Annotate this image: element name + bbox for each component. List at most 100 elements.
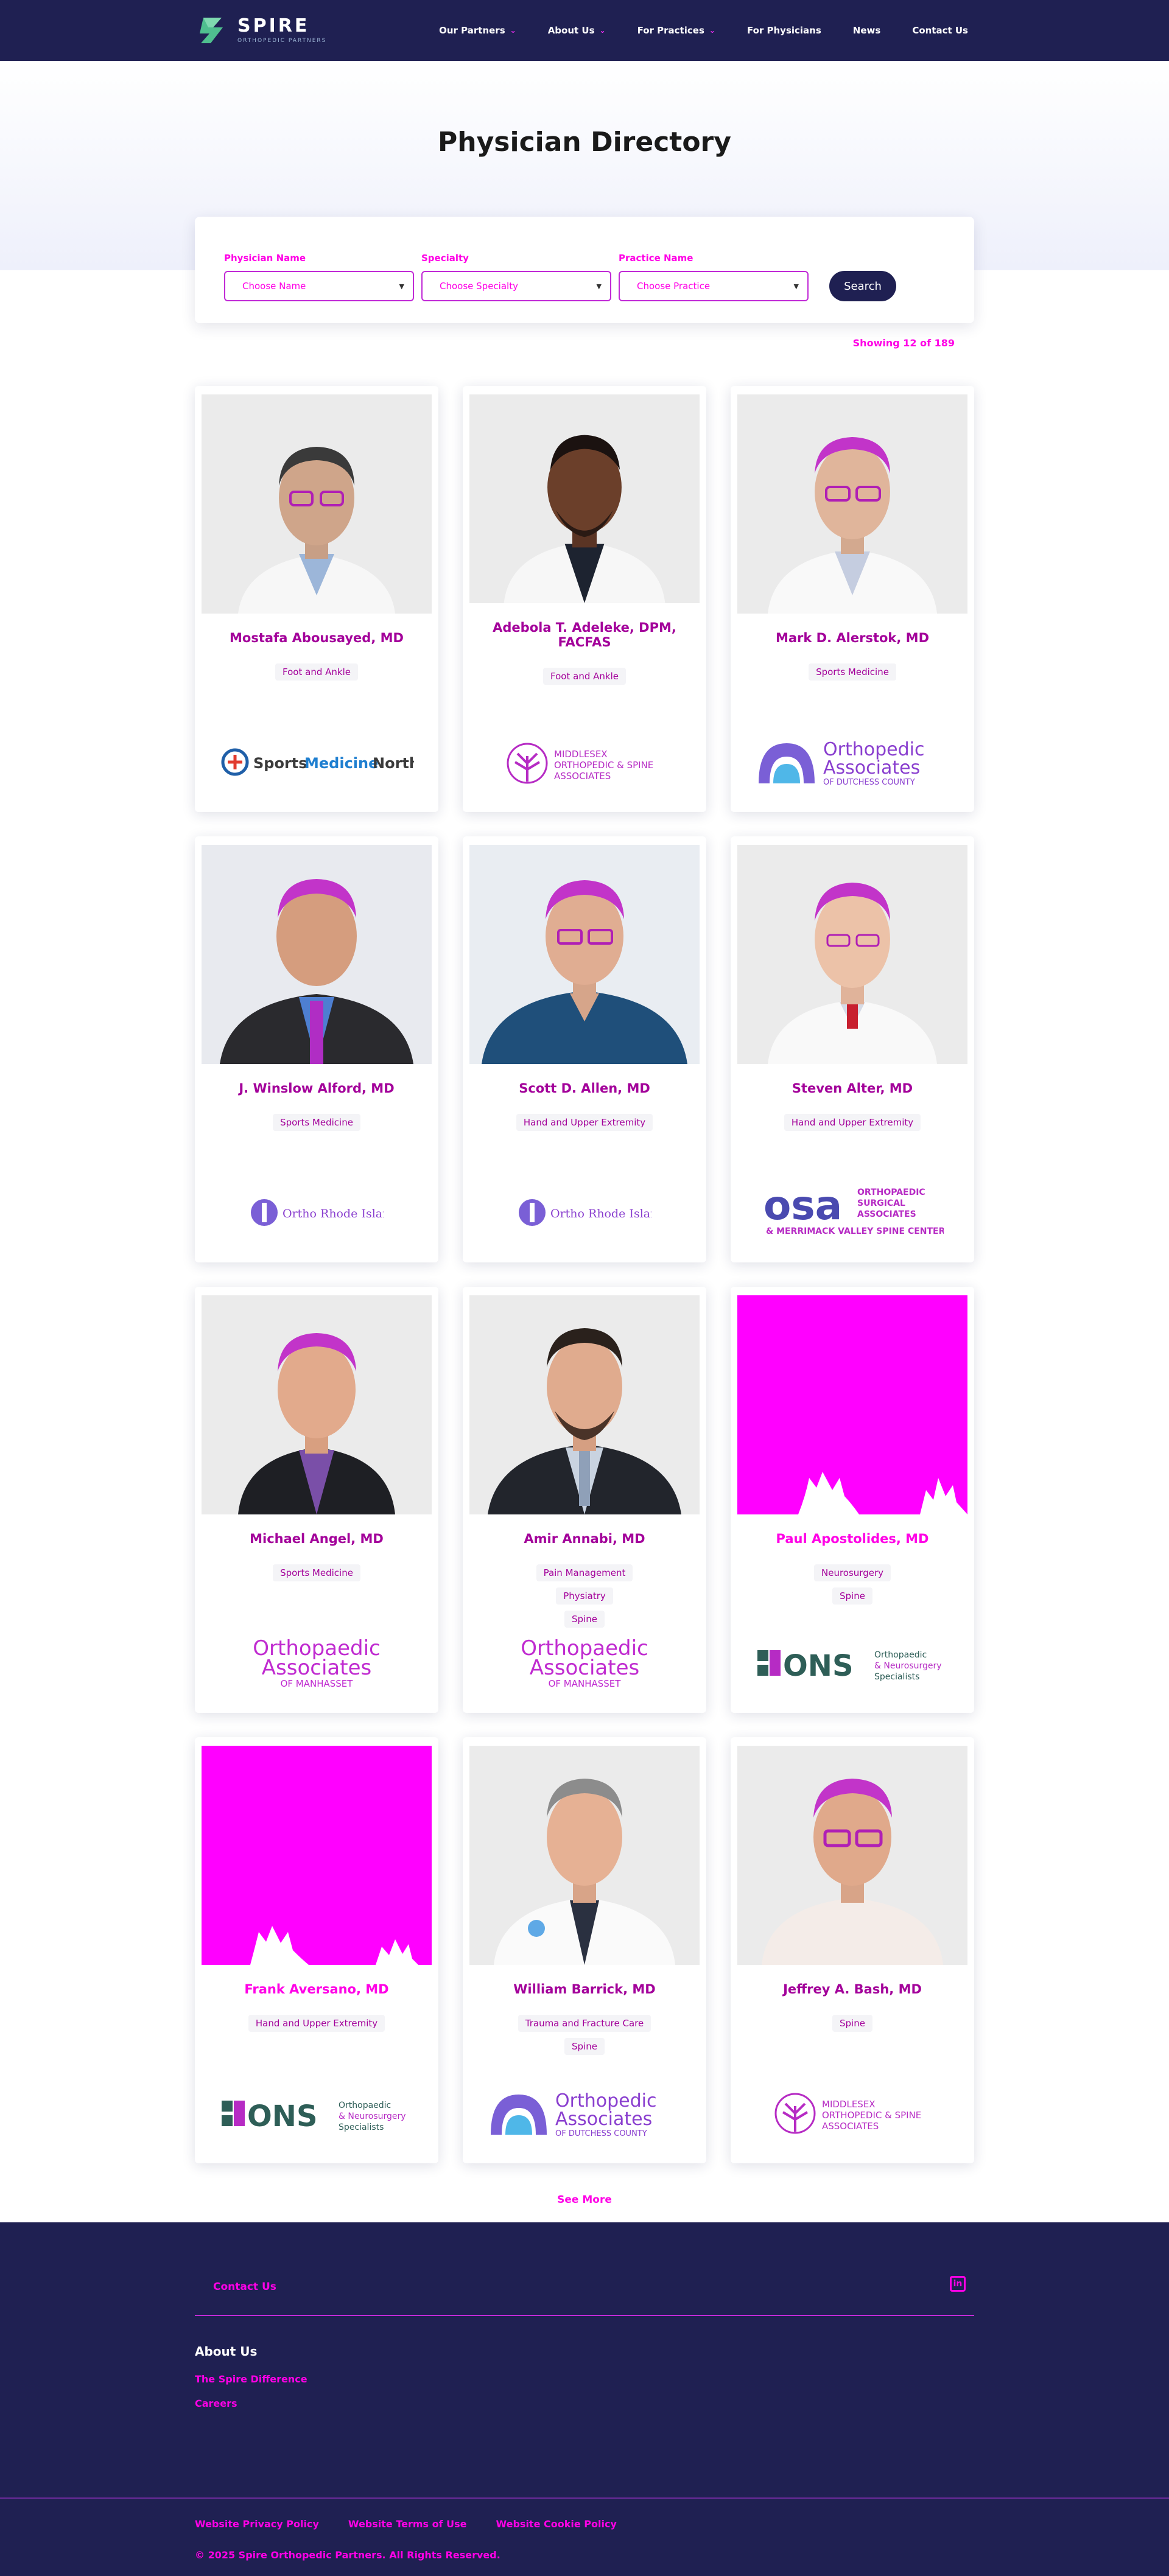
svg-text:OF DUTCHESS COUNTY: OF DUTCHESS COUNTY — [555, 2129, 647, 2138]
physician-name-select[interactable]: Choose Name ▼ — [224, 271, 414, 301]
page-title: Physician Directory — [438, 127, 731, 158]
footer-contact-link[interactable]: Contact Us — [213, 2281, 276, 2293]
svg-text:Medicine: Medicine — [304, 755, 378, 772]
specialty-list: Hand and Upper Extremity — [516, 1114, 653, 1181]
practice-name-label: Practice Name — [619, 253, 693, 264]
svg-text:ONS: ONS — [247, 2099, 318, 2133]
spire-logo[interactable]: SPIRE ORTHOPEDIC PARTNERS — [195, 13, 326, 48]
specialty-tag: Pain Management — [536, 1564, 633, 1581]
nav-item-news[interactable]: News — [853, 25, 881, 36]
practice-logo-osa: osa ORTHOPAEDIC SURGICAL ASSOCIATES & MERRIM… — [739, 1182, 966, 1243]
physician-card[interactable]: Adebola T. Adeleke, DPM, FACFAS Foot and… — [463, 386, 706, 812]
chevron-down-icon: ⌄ — [709, 26, 715, 35]
caret-down-icon: ▼ — [793, 282, 799, 290]
specialty-tag: Trauma and Fracture Care — [518, 2015, 651, 2032]
specialty-tag: Spine — [564, 1611, 605, 1628]
results-count: Showing 12 of 189 — [852, 337, 955, 349]
physician-card[interactable]: Amir Annabi, MD Pain Management Physiatr… — [463, 1287, 706, 1713]
specialty-tag: Hand and Upper Extremity — [784, 1114, 921, 1131]
nav-item-contact-us[interactable]: Contact Us — [912, 25, 968, 36]
nav-item-our-partners[interactable]: Our Partners ⌄ — [439, 25, 516, 36]
footer-link-careers[interactable]: Careers — [195, 2398, 237, 2409]
terms-of-use-link[interactable]: Website Terms of Use — [348, 2518, 467, 2530]
specialty-tag: Hand and Upper Extremity — [248, 2015, 385, 2032]
svg-text:ORTHOPAEDIC: ORTHOPAEDIC — [857, 1188, 925, 1197]
physician-card[interactable]: Michael Angel, MD Sports Medicine Orthop… — [195, 1287, 438, 1713]
svg-text:SURGICAL: SURGICAL — [857, 1199, 905, 1208]
nav-item-about-us[interactable]: About Us ⌄ — [548, 25, 606, 36]
svg-text:MIDDLESEX: MIDDLESEX — [822, 2099, 876, 2110]
physician-name[interactable]: Amir Annabi, MD — [524, 1531, 645, 1546]
caret-down-icon: ▼ — [596, 282, 602, 290]
physician-photo — [737, 845, 967, 1064]
svg-text:ORTHOPEDIC & SPINE: ORTHOPEDIC & SPINE — [554, 760, 653, 771]
physician-photo — [737, 1295, 967, 1514]
physician-card[interactable]: Mostafa Abousayed, MD Foot and Ankle Spo… — [195, 386, 438, 812]
physician-card[interactable]: Jeffrey A. Bash, MD Spine MIDDLESEX ORTHO… — [731, 1737, 974, 2163]
physician-card[interactable]: Paul Apostolides, MD Neurosurgery Spine … — [731, 1287, 974, 1713]
specialty-tag: Foot and Ankle — [543, 667, 626, 685]
physician-name[interactable]: Frank Aversano, MD — [244, 1982, 388, 1997]
physician-card[interactable]: Mark D. Alerstok, MD Sports Medicine Ort… — [731, 386, 974, 812]
physician-name[interactable]: Mark D. Alerstok, MD — [776, 631, 929, 645]
nav-menu: Our Partners ⌄ About Us ⌄ For Practices ⌄ F… — [439, 25, 968, 36]
practice-select[interactable]: Choose Practice ▼ — [619, 271, 809, 301]
specialty-select[interactable]: Choose Specialty ▼ — [421, 271, 611, 301]
practice-logo-ortho-rhode-island: Ortho Rhode Island — [471, 1182, 698, 1243]
physician-name[interactable]: Michael Angel, MD — [250, 1531, 384, 1546]
physician-card[interactable]: J. Winslow Alford, MD Sports Medicine Or… — [195, 836, 438, 1262]
physician-name[interactable]: Mostafa Abousayed, MD — [230, 631, 404, 645]
physician-photo — [737, 394, 967, 614]
physician-card[interactable]: Scott D. Allen, MD Hand and Upper Extrem… — [463, 836, 706, 1262]
svg-text:OF DUTCHESS COUNTY: OF DUTCHESS COUNTY — [823, 778, 915, 787]
svg-text:North: North — [373, 755, 414, 772]
logo-name: SPIRE — [237, 15, 310, 37]
physician-photo — [737, 1746, 967, 1965]
nav-item-for-practices[interactable]: For Practices ⌄ — [637, 25, 715, 36]
specialty-list: Sports Medicine — [273, 1564, 360, 1631]
chevron-down-icon: ⌄ — [599, 26, 606, 35]
physician-name[interactable]: Scott D. Allen, MD — [519, 1081, 650, 1096]
svg-text:Associates: Associates — [262, 1656, 371, 1680]
specialty-tag: Sports Medicine — [273, 1114, 360, 1131]
footer-about-heading: About Us — [195, 2344, 258, 2359]
privacy-policy-link[interactable]: Website Privacy Policy — [195, 2518, 319, 2530]
physician-card[interactable]: William Barrick, MD Trauma and Fracture … — [463, 1737, 706, 2163]
specialty-list: Sports Medicine — [809, 663, 896, 730]
footer-legal-links: Website Privacy Policy Website Terms of … — [195, 2518, 617, 2530]
specialty-list: Foot and Ankle — [543, 667, 626, 735]
svg-text:Associates: Associates — [823, 757, 920, 779]
physician-card[interactable]: Frank Aversano, MD Hand and Upper Extrem… — [195, 1737, 438, 2163]
physician-name[interactable]: William Barrick, MD — [513, 1982, 655, 1997]
see-more-button[interactable]: See More — [0, 2194, 1169, 2206]
nav-item-for-physicians[interactable]: For Physicians — [747, 25, 821, 36]
practice-logo-ortho-rhode-island: Ortho Rhode Island — [203, 1182, 430, 1243]
physician-name[interactable]: J. Winslow Alford, MD — [239, 1081, 394, 1096]
svg-text:Sports: Sports — [253, 755, 307, 772]
svg-text:Specialists: Specialists — [874, 1672, 919, 1682]
physician-name[interactable]: Steven Alter, MD — [792, 1081, 913, 1096]
physician-card[interactable]: Steven Alter, MD Hand and Upper Extremit… — [731, 836, 974, 1262]
svg-text:Orthopaedic: Orthopaedic — [339, 2101, 391, 2110]
svg-text:Associates: Associates — [530, 1656, 639, 1680]
cookie-policy-link[interactable]: Website Cookie Policy — [496, 2518, 617, 2530]
physician-name[interactable]: Jeffrey A. Bash, MD — [783, 1982, 922, 1997]
specialty-tag: Spine — [564, 2038, 605, 2055]
linkedin-icon[interactable]: in — [950, 2276, 966, 2292]
footer-divider — [195, 2315, 974, 2316]
svg-text:Associates: Associates — [555, 2109, 652, 2130]
physician-name[interactable]: Paul Apostolides, MD — [776, 1531, 929, 1546]
search-button[interactable]: Search — [829, 271, 896, 301]
specialty-list: Foot and Ankle — [275, 663, 358, 730]
specialty-list: Trauma and Fracture Care Spine — [518, 2015, 651, 2082]
specialty-tag: Neurosurgery — [814, 1564, 891, 1581]
physician-name-label: Physician Name — [224, 253, 306, 264]
svg-text:OF MANHASSET: OF MANHASSET — [549, 1678, 622, 1689]
svg-text:Orthopaedic: Orthopaedic — [874, 1650, 927, 1660]
physician-photo — [469, 1295, 700, 1514]
physician-photo — [202, 845, 432, 1064]
physician-photo — [202, 1295, 432, 1514]
physician-photo — [469, 394, 700, 603]
footer-link-spire-difference[interactable]: The Spire Difference — [195, 2373, 307, 2385]
physician-name[interactable]: Adebola T. Adeleke, DPM, FACFAS — [471, 620, 698, 649]
